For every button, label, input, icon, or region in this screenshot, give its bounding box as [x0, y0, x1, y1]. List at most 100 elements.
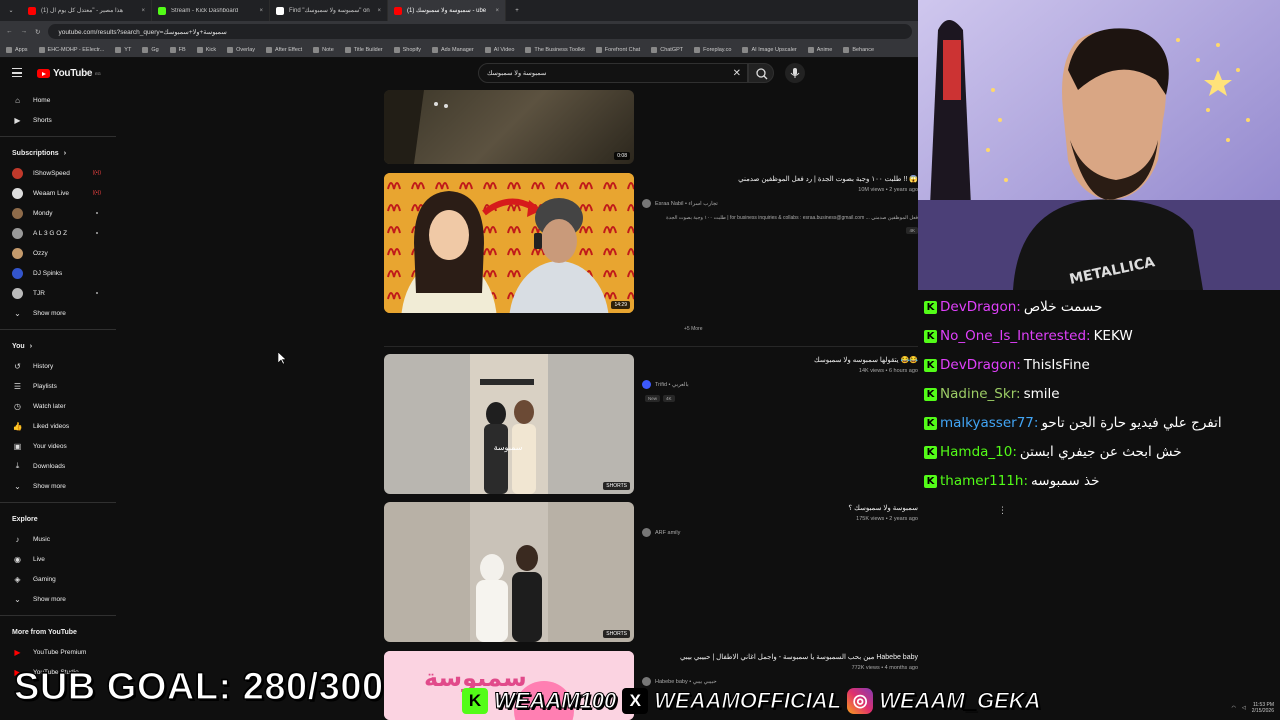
- sidebar-item-music[interactable]: ♪ Music: [0, 529, 116, 549]
- bookmark-item[interactable]: Foreplay.co: [694, 46, 731, 53]
- bookmark-item[interactable]: Overlay: [227, 46, 255, 53]
- sidebar-item-shorts[interactable]: ▶ Shorts: [0, 110, 116, 130]
- subscription-item[interactable]: Weaam Live ((•)): [0, 183, 116, 203]
- explore-show-more[interactable]: ⌄ Show more: [0, 589, 116, 609]
- short-channel[interactable]: Trifid • بالعربي: [642, 380, 918, 389]
- bookmark-item[interactable]: YT: [115, 46, 131, 53]
- subscription-item[interactable]: A L 3 G O Z: [0, 223, 116, 243]
- sidebar-item-liked-videos[interactable]: 👍 Liked videos: [0, 416, 116, 436]
- bookmark-item[interactable]: ChatGPT: [651, 46, 683, 53]
- chat-username[interactable]: Hamda_10:: [940, 444, 1017, 460]
- youtube-logo[interactable]: YouTube EG: [37, 68, 101, 79]
- sidebar-item-downloads[interactable]: ⤓ Downloads: [0, 456, 116, 476]
- reload-icon[interactable]: ↻: [35, 28, 40, 36]
- short-title[interactable]: سمبوسة ولا سمبوسك ؟: [642, 504, 918, 512]
- bookmark-item[interactable]: After Effect: [266, 46, 302, 53]
- bookmark-item[interactable]: Note: [313, 46, 334, 53]
- subscription-label: Mondy: [33, 209, 53, 217]
- subscriptions-show-more[interactable]: ⌄ Show more: [0, 303, 116, 323]
- you-heading[interactable]: You ›: [0, 336, 116, 356]
- subscription-item[interactable]: DJ Spinks: [0, 263, 116, 283]
- close-tab-icon[interactable]: ×: [259, 8, 263, 14]
- video-thumbnail[interactable]: 0:08: [384, 90, 634, 164]
- sidebar-item-your-videos[interactable]: ▣ Your videos: [0, 436, 116, 456]
- chat-username[interactable]: No_One_Is_Interested:: [940, 328, 1091, 344]
- url-field[interactable]: youtube.com/results?search_query=سمبوسة+…: [48, 24, 912, 39]
- divider: [384, 346, 918, 347]
- chat-username[interactable]: Nadine_Skr:: [940, 386, 1021, 402]
- search-button[interactable]: [748, 63, 774, 83]
- search-input[interactable]: سمبوسة ولا سمبوسك ✕: [478, 63, 748, 83]
- bookmark-item[interactable]: Ads Manager: [431, 46, 474, 53]
- bookmark-item[interactable]: Apps: [6, 46, 28, 53]
- video-thumbnail[interactable]: 14:29: [384, 173, 634, 313]
- sidebar-item-more[interactable]: ▶ YouTube Premium: [0, 642, 116, 662]
- bookmark-item[interactable]: FB: [169, 46, 186, 53]
- clock[interactable]: 11:53 PM 2/15/2026: [1252, 702, 1274, 714]
- bookmark-item[interactable]: Gg: [142, 46, 159, 53]
- video-channel[interactable]: Esraa Nabil • تجارب اسراء: [642, 199, 918, 208]
- browser-tab[interactable]: Stream - Kick Dashboard ×: [152, 0, 270, 21]
- bookmark-item[interactable]: AI Video: [484, 46, 514, 53]
- browser-tab[interactable]: (1) سمبوسة ولا سمبوسك - ube ×: [388, 0, 506, 21]
- clear-icon[interactable]: ✕: [733, 68, 741, 79]
- short-thumbnail[interactable]: SHORTS: [384, 502, 634, 642]
- bookmark-item[interactable]: EHC-MOHP - EElectr...: [38, 46, 104, 53]
- short-thumbnail[interactable]: سمبوسة SHORTS: [384, 354, 634, 494]
- new-content-dot: [96, 232, 98, 234]
- forward-icon[interactable]: →: [21, 28, 28, 35]
- bookmark-item[interactable]: Title Builder: [344, 46, 383, 53]
- bookmark-item[interactable]: The Business Toolkit: [525, 46, 585, 53]
- back-icon[interactable]: ←: [6, 28, 13, 35]
- subscription-label: Ozzy: [33, 249, 48, 257]
- sidebar-item-watch-later[interactable]: ◷ Watch later: [0, 396, 116, 416]
- short-title[interactable]: 😂😂 يتقولها سمبوسه ولا سمبوسك: [642, 356, 918, 364]
- chevron-down-icon: ⌄: [14, 308, 21, 318]
- sidebar-item-live[interactable]: ◉ Live: [0, 549, 116, 569]
- channel-avatar: [642, 528, 651, 537]
- wifi-icon[interactable]: ◠: [1232, 705, 1236, 711]
- x-icon: X: [622, 688, 649, 714]
- subscription-item[interactable]: IShowSpeed ((•)): [0, 163, 116, 183]
- mic-button[interactable]: [785, 63, 805, 83]
- chat-text: خش ابحث عن جيفري ابستن: [1019, 444, 1182, 460]
- subscription-item[interactable]: Ozzy: [0, 243, 116, 263]
- bookmark-item[interactable]: Behance: [843, 46, 874, 53]
- more-results-toggle[interactable]: +5 More: [684, 326, 702, 332]
- chat-username[interactable]: DevDragon:: [940, 357, 1021, 373]
- bookmark-item[interactable]: AI Image Upscaler: [742, 46, 797, 53]
- explore-heading: Explore: [12, 515, 38, 523]
- bookmark-item[interactable]: Forefront Chat: [595, 46, 640, 53]
- browser-tab[interactable]: Find "سمبوسة ولا سمبوسك" on ×: [270, 0, 388, 21]
- new-tab-button[interactable]: +: [506, 8, 528, 14]
- watch-later-icon: ◷: [14, 401, 21, 411]
- volume-icon[interactable]: ◁: [1242, 705, 1246, 711]
- tab-search-icon[interactable]: ⌄: [0, 7, 22, 14]
- chat-username[interactable]: thamer111h:: [940, 473, 1028, 489]
- sidebar-item-home[interactable]: ⌂ Home: [0, 90, 116, 110]
- sidebar-item-history[interactable]: ↺ History: [0, 356, 116, 376]
- bookmark-favicon-icon: [393, 46, 400, 53]
- close-tab-icon[interactable]: ×: [495, 8, 499, 14]
- sidebar-item-playlists[interactable]: ☰ Playlists: [0, 376, 116, 396]
- subscription-item[interactable]: TJR: [0, 283, 116, 303]
- chat-username[interactable]: malkyasser77:: [940, 415, 1038, 431]
- browser-tab[interactable]: (1) هذا مصير - "معتدل كل يوم ال ×: [22, 0, 152, 21]
- search-results: 0:08 14:29 😱 !! طلبت ١٠٠ وجبة بصوت الجدة…: [384, 90, 1004, 720]
- you-show-more[interactable]: ⌄ Show more: [0, 476, 116, 496]
- video-title[interactable]: Habebe baby مين بحب السمبوسة يا سمبوسة -…: [642, 653, 918, 661]
- short-channel[interactable]: ARF amily: [642, 528, 918, 537]
- close-tab-icon[interactable]: ×: [377, 8, 381, 14]
- bookmark-item[interactable]: Kick: [196, 46, 216, 53]
- subscription-item[interactable]: Mondy: [0, 203, 116, 223]
- chat-username[interactable]: DevDragon:: [940, 299, 1021, 315]
- video-title[interactable]: 😱 !! طلبت ١٠٠ وجبة بصوت الجدة | رد فعل ا…: [642, 175, 918, 183]
- chat-options-icon[interactable]: ⋮: [998, 506, 1007, 516]
- bookmark-favicon-icon: [525, 46, 532, 53]
- close-tab-icon[interactable]: ×: [141, 8, 145, 14]
- bookmark-item[interactable]: Shopify: [393, 46, 421, 53]
- bookmark-item[interactable]: Anime: [807, 46, 832, 53]
- sidebar-item-gaming[interactable]: ◈ Gaming: [0, 569, 116, 589]
- menu-icon[interactable]: [12, 68, 22, 77]
- subscriptions-heading[interactable]: Subscriptions ›: [0, 143, 116, 163]
